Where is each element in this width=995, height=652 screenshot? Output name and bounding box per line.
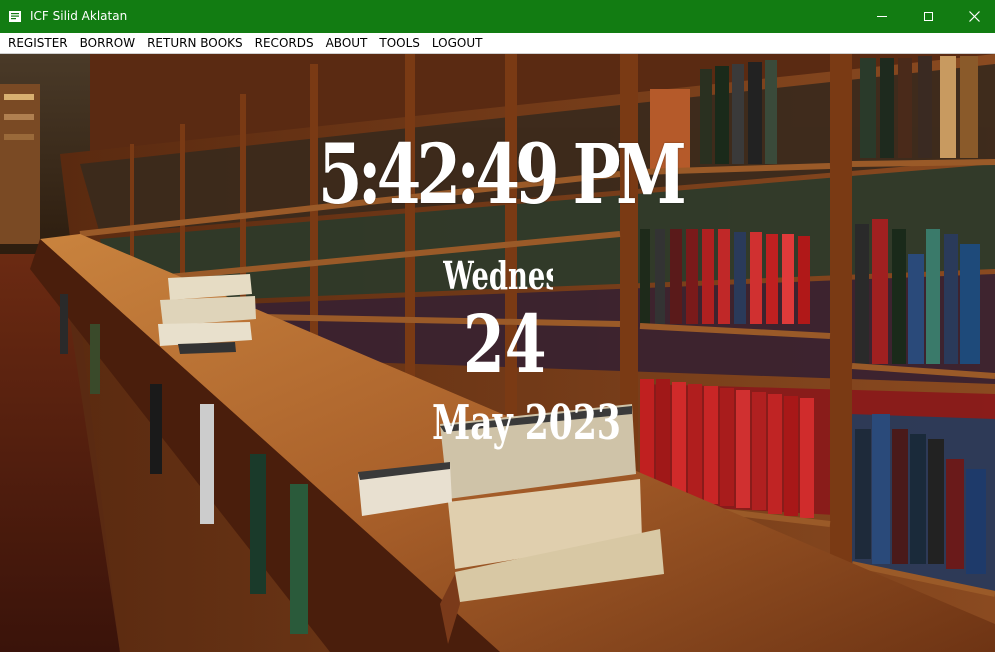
menu-borrow[interactable]: BORROW <box>74 33 141 54</box>
clock-date: 24 <box>463 297 547 391</box>
maximize-icon <box>923 12 933 21</box>
menu-register[interactable]: REGISTER <box>2 33 74 54</box>
library-background-image: 5:42:49 PM Wednes 24 May 2023 <box>0 54 995 652</box>
minimize-icon <box>877 16 887 17</box>
book-icon <box>9 11 21 22</box>
minimize-button[interactable] <box>859 0 905 33</box>
menu-logout[interactable]: LOGOUT <box>426 33 489 54</box>
close-icon <box>968 11 980 22</box>
clock-day: Wednes <box>443 252 553 300</box>
title-bar[interactable]: ICF Silid Aklatan <box>0 0 995 33</box>
window-title: ICF Silid Aklatan <box>30 9 128 23</box>
menu-tools[interactable]: TOOLS <box>373 33 426 54</box>
app-window: ICF Silid Aklatan REGISTER BORROW RETURN… <box>0 0 995 652</box>
maximize-button[interactable] <box>905 0 951 33</box>
clock-day-text: Wednes <box>443 253 553 298</box>
menu-about[interactable]: ABOUT <box>320 33 374 54</box>
menu-records[interactable]: RECORDS <box>249 33 320 54</box>
menu-bar: REGISTER BORROW RETURN BOOKS RECORDS ABO… <box>0 33 995 54</box>
close-button[interactable] <box>951 0 995 33</box>
clock-month-year: May 2023 <box>432 395 621 451</box>
menu-return-books[interactable]: RETURN BOOKS <box>141 33 249 54</box>
clock-time: 5:42:49 PM <box>318 127 687 223</box>
